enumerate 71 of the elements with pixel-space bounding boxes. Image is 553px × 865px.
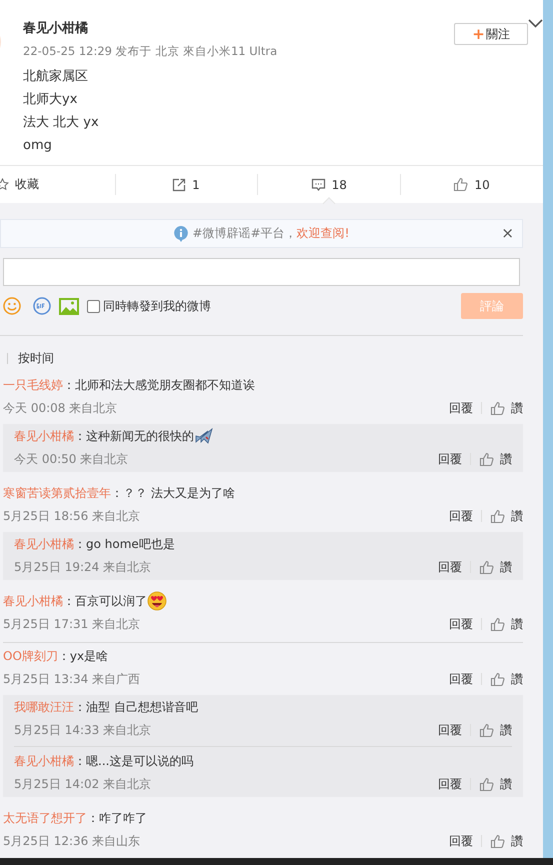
post-text: 北航家属区 (23, 68, 89, 86)
reply-link[interactable]: 回覆 (449, 831, 473, 851)
thumbs-up-icon (453, 177, 468, 192)
comment-text: 寒窗苦读第贰拾壹年：？？ 法大又是为了啥 (3, 485, 235, 502)
thumbs-up-icon (490, 400, 505, 416)
heart-eyes-emoji-icon (147, 591, 167, 611)
reply-link[interactable]: 回覆 (449, 506, 473, 526)
reply-link[interactable]: 回覆 (438, 449, 462, 469)
comment-input-field[interactable] (3, 258, 520, 286)
post-text: omg (23, 137, 53, 155)
thumbs-up-icon (490, 508, 505, 524)
comment-time: 5月25日 14:02 来自北京 (14, 776, 152, 793)
like-action[interactable]: 10 (400, 166, 543, 203)
image-icon[interactable] (59, 298, 79, 314)
comment-time: 今天 00:50 来自北京 (14, 451, 128, 468)
thumbs-up-icon (490, 834, 505, 848)
info-icon (174, 226, 188, 242)
thumbs-up-icon (490, 616, 505, 632)
like-link[interactable]: 讚 (500, 720, 512, 740)
comment-text: 我哪敢汪汪：油型 自己想想谐音吧 (14, 699, 198, 716)
gif-icon[interactable] (33, 297, 51, 315)
thumbs-up-icon (479, 560, 494, 574)
reply-link[interactable]: 回覆 (438, 720, 462, 740)
thumbs-up-icon (479, 452, 494, 466)
like-link[interactable]: 讚 (511, 831, 523, 851)
smiley-icon[interactable] (3, 297, 21, 315)
like-link[interactable]: 讚 (511, 614, 523, 634)
notice-text: #微博辟谣#平台，欢迎查阅! (192, 225, 350, 242)
post-meta: 22-05-25 12:29 发布于 北京 來自小米11 Ultra (23, 43, 278, 59)
thumbs-up-icon (479, 722, 494, 738)
like-link[interactable]: 讚 (500, 449, 512, 469)
reply-link[interactable]: 回覆 (449, 669, 473, 689)
sort-tab[interactable]: 按时间 (18, 348, 54, 368)
author-name[interactable]: 春见小柑橘 (23, 19, 454, 39)
comment-time: 5月25日 12:36 来自山东 (3, 833, 140, 850)
comment-text: 春见小柑橘：嗯...这是可以说的吗 (14, 753, 194, 770)
close-button[interactable]: × (501, 225, 514, 241)
airplane-icon (194, 427, 214, 445)
comment-time: 5月25日 19:24 来自北京 (14, 559, 152, 576)
repost-action[interactable]: 1 (114, 166, 258, 203)
comment-text: OO牌刻刀：yx是啥 (3, 648, 108, 665)
like-link[interactable]: 讚 (511, 669, 523, 689)
chevron-down-icon[interactable] (528, 19, 543, 28)
comment-text: 春见小柑橘：百京可以润了 (3, 593, 147, 610)
comment-text: 太无语了想开了：咋了咋了 (3, 810, 147, 827)
comment-time: 5月25日 14:33 来自北京 (14, 722, 152, 739)
follow-button[interactable]: +關注 (454, 23, 528, 45)
post-text: 法大 北大 yx (23, 114, 100, 132)
comment-time: 5月25日 18:56 来自北京 (3, 508, 140, 525)
comment-text: 一只毛线婷：北师和法大感觉朋友圈都不知道诶 (3, 377, 255, 394)
comment-text: 春见小柑橘：go home吧也是 (14, 536, 175, 553)
like-link[interactable]: 讚 (500, 557, 512, 577)
checkbox-label: 同時轉發到我的微博 (103, 298, 211, 314)
thumbs-up-icon (479, 776, 494, 792)
post-text: 北师大yx (23, 91, 78, 109)
like-link[interactable]: 讚 (500, 774, 512, 794)
comment-time: 5月25日 17:31 来自北京 (3, 616, 140, 633)
reply-link[interactable]: 回覆 (449, 614, 473, 634)
reply-link[interactable]: 回覆 (449, 398, 473, 418)
reply-link[interactable]: 回覆 (438, 774, 462, 794)
reply-link[interactable]: 回覆 (438, 557, 462, 577)
comment-time: 今天 00:08 来自北京 (3, 400, 118, 417)
comment-text: 春见小柑橘：这种新闻无的很快的 (14, 428, 194, 445)
like-link[interactable]: 讚 (511, 398, 523, 418)
like-link[interactable]: 讚 (511, 506, 523, 526)
favorite-action[interactable]: 收藏 (0, 166, 115, 203)
checkbox[interactable] (87, 300, 100, 312)
comment-icon (310, 178, 326, 192)
thumbs-up-icon (490, 672, 505, 686)
share-icon (172, 178, 186, 192)
comment-time: 5月25日 13:34 来自广西 (3, 671, 140, 688)
